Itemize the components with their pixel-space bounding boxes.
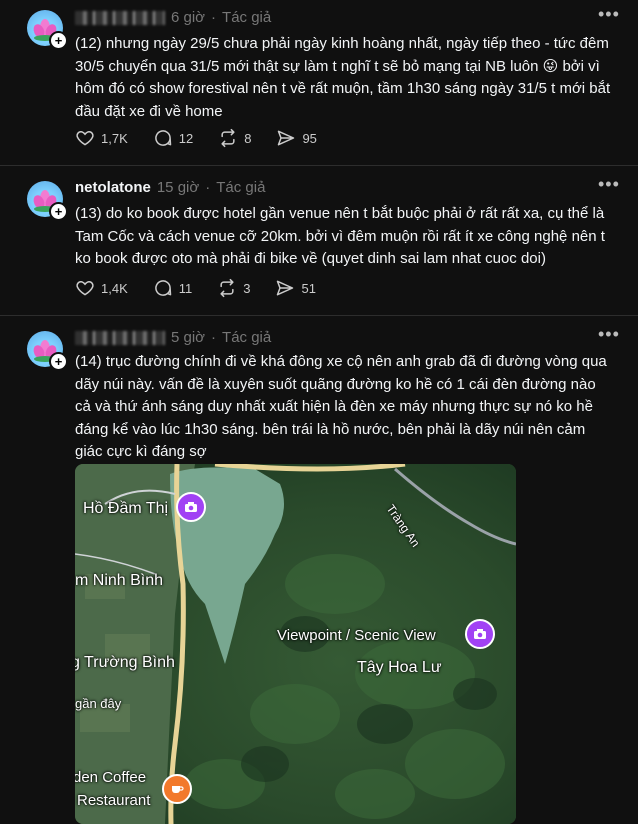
post-meta: 5 giờ · Tác giả: [75, 329, 271, 346]
repost-count: 8: [244, 130, 252, 146]
post-text: (12) nhưng ngày 29/5 chưa phải ngày kinh…: [75, 35, 611, 120]
map-label-restaurant: Restaurant: [77, 792, 151, 809]
repost-button[interactable]: 8: [218, 128, 251, 148]
follow-plus-icon[interactable]: +: [49, 31, 68, 50]
comment-count: 12: [178, 130, 194, 146]
post-13: + netolatone 15 giờ · Tác giả ••• (13) d…: [0, 166, 638, 315]
post-actions: 1,7K 12 8 95: [75, 128, 342, 148]
meta-separator: ·: [211, 9, 217, 26]
repost-icon: [221, 128, 235, 148]
author-tag: Tác giả: [216, 179, 266, 196]
repost-button[interactable]: 3: [217, 278, 250, 298]
coffee-cup-icon: [172, 786, 184, 793]
post-time[interactable]: 6 giờ: [171, 9, 205, 26]
share-icon: [278, 130, 295, 146]
comment-icon: [154, 130, 171, 146]
post-12: + 6 giờ · Tác giả ••• (12) nhưng ngày 29…: [0, 0, 638, 165]
follow-plus-icon[interactable]: +: [49, 352, 68, 371]
more-horizontal-icon[interactable]: •••: [598, 174, 620, 195]
camera-pin-icon[interactable]: [176, 492, 206, 522]
like-button[interactable]: 1,7K: [75, 128, 128, 148]
camera-icon: [474, 629, 486, 639]
post-text: (14) trục đường chính đi về khá đông xe …: [75, 353, 607, 460]
comment-button[interactable]: 11: [153, 278, 193, 298]
like-count: 1,4K: [101, 280, 128, 296]
map-label-truong-binh: g Trường Bình: [75, 654, 175, 671]
post-time[interactable]: 5 giờ: [171, 329, 205, 346]
repost-count: 3: [243, 280, 251, 296]
like-button[interactable]: 1,4K: [75, 278, 128, 298]
post-actions: 1,4K 11 3 51: [75, 278, 341, 298]
share-button[interactable]: 95: [276, 128, 317, 148]
map-label-coffee: den Coffee: [75, 769, 147, 786]
username[interactable]: [75, 10, 165, 25]
map-label-lake: Hồ Đầm Thị: [83, 500, 169, 517]
follow-plus-icon[interactable]: +: [49, 202, 68, 221]
post-meta: 6 giờ · Tác giả: [75, 9, 271, 26]
comment-count: 11: [178, 280, 193, 296]
comment-icon: [154, 280, 171, 296]
more-horizontal-icon[interactable]: •••: [598, 324, 620, 345]
post-meta: netolatone 15 giờ · Tác giả: [75, 179, 265, 196]
coffee-pin-icon[interactable]: [162, 774, 192, 804]
meta-separator: ·: [211, 329, 217, 346]
comment-button[interactable]: 12: [153, 128, 193, 148]
author-tag: Tác giả: [222, 9, 272, 26]
heart-icon: [76, 130, 94, 146]
post-text: (13) do ko book được hotel gần venue nên…: [75, 205, 605, 267]
post-time[interactable]: 15 giờ: [157, 179, 199, 196]
heart-icon: [76, 280, 94, 296]
map-label-gan-day: gần đây: [75, 696, 122, 711]
like-count: 1,7K: [101, 130, 128, 146]
camera-pin-icon[interactable]: [465, 619, 495, 649]
author-tag: Tác giả: [222, 329, 272, 346]
map-label-viewpoint: Viewpoint / Scenic View: [277, 627, 436, 644]
more-horizontal-icon[interactable]: •••: [598, 4, 620, 25]
map-image[interactable]: Hồ Đầm Thị m Ninh Bình g Trường Bình gần…: [75, 464, 516, 824]
share-count: 51: [301, 280, 316, 296]
share-icon: [277, 280, 294, 296]
repost-icon: [220, 278, 234, 298]
map-label-ninh-binh: m Ninh Bình: [75, 572, 164, 589]
meta-separator: ·: [205, 179, 211, 196]
camera-icon: [185, 502, 197, 512]
username[interactable]: netolatone: [75, 179, 151, 196]
share-count: 95: [302, 130, 317, 146]
map-label-tay-hoa-lu: Tây Hoa Lư: [357, 659, 442, 676]
username[interactable]: [75, 330, 165, 345]
share-button[interactable]: 51: [275, 278, 316, 298]
